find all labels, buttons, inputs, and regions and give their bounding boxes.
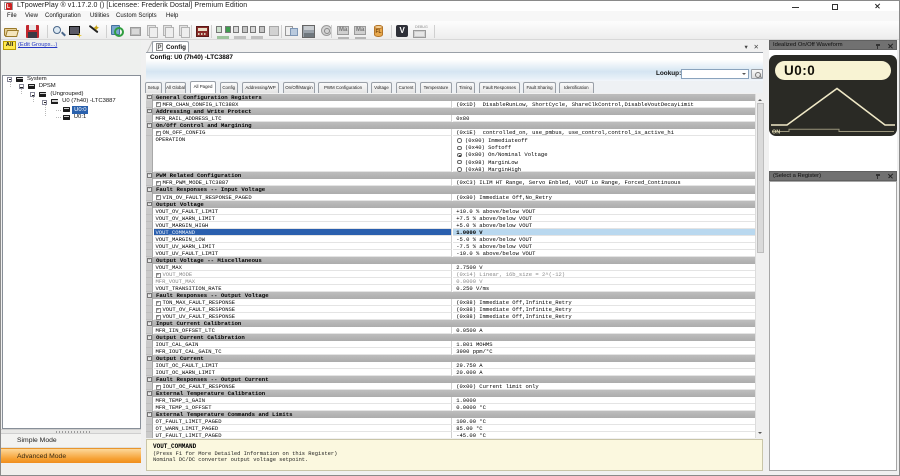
svg-text:ON: ON: [772, 130, 780, 136]
